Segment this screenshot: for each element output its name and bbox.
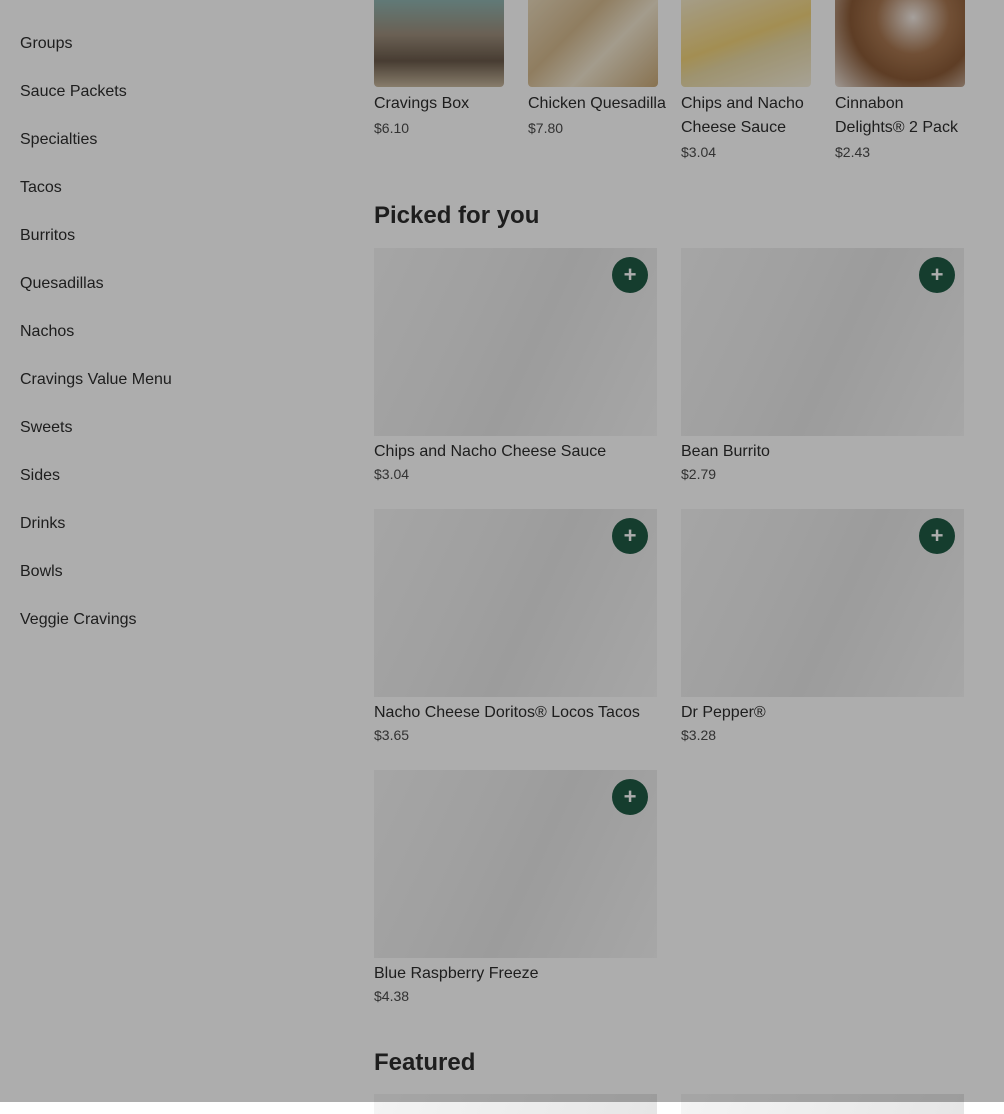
sidebar-item-specialties[interactable]: Specialties	[20, 130, 97, 150]
plus-icon: +	[623, 523, 637, 548]
plus-icon: +	[930, 523, 944, 548]
sidebar-item-sweets[interactable]: Sweets	[20, 418, 72, 438]
sidebar-item-tacos[interactable]: Tacos	[20, 178, 62, 198]
sidebar-item-drinks[interactable]: Drinks	[20, 514, 65, 534]
add-to-cart-button[interactable]: +	[919, 518, 955, 554]
product-price: $7.80	[528, 120, 564, 136]
product-price: $2.79	[681, 466, 717, 482]
product-name: Chicken Quesadilla $7.80	[528, 92, 668, 140]
sidebar-item-bowls[interactable]: Bowls	[20, 562, 63, 582]
product-name: Cinnabon Delights® 2 Pack $2.43	[835, 92, 975, 164]
sidebar-item-sauce-packets[interactable]: Sauce Packets	[20, 82, 127, 102]
product-name: Dr Pepper®	[681, 704, 766, 721]
product-price: $2.43	[835, 144, 871, 160]
product-name: Cravings Box $6.10	[374, 92, 514, 140]
section-title-picked-for-you: Picked for you	[374, 202, 540, 229]
featured-product-image[interactable]	[681, 1094, 964, 1114]
sidebar-item-sides[interactable]: Sides	[20, 466, 60, 486]
product-name: Bean Burrito	[681, 443, 770, 460]
product-price: $4.38	[374, 988, 410, 1004]
product-image[interactable]	[528, 0, 658, 87]
product-name: Nacho Cheese Doritos® Locos Tacos	[374, 704, 640, 721]
product-image[interactable]	[835, 0, 965, 87]
product-name: Chips and Nacho Cheese Sauce $3.04	[681, 92, 821, 164]
product-price: $3.65	[374, 727, 410, 743]
product-price: $3.04	[374, 466, 410, 482]
section-title-featured: Featured	[374, 1049, 476, 1076]
product-name: Blue Raspberry Freeze	[374, 965, 539, 982]
sidebar-item-veggie-cravings[interactable]: Veggie Cravings	[20, 610, 137, 630]
sidebar-item-burritos[interactable]: Burritos	[20, 226, 75, 246]
plus-icon: +	[623, 784, 637, 809]
sidebar-item-cravings-value-menu[interactable]: Cravings Value Menu	[20, 370, 172, 390]
product-image[interactable]	[681, 0, 811, 87]
product-price: $3.04	[681, 144, 717, 160]
product-price: $6.10	[374, 120, 410, 136]
sidebar-item-nachos[interactable]: Nachos	[20, 322, 74, 342]
add-to-cart-button[interactable]: +	[612, 257, 648, 293]
product-name: Chips and Nacho Cheese Sauce	[374, 443, 607, 460]
plus-icon: +	[930, 262, 944, 287]
add-to-cart-button[interactable]: +	[612, 518, 648, 554]
add-to-cart-button[interactable]: +	[612, 779, 648, 815]
add-to-cart-button[interactable]: +	[919, 257, 955, 293]
sidebar-item-groups[interactable]: Groups	[20, 34, 72, 54]
plus-icon: +	[623, 262, 637, 287]
product-price: $3.28	[681, 727, 717, 743]
sidebar-item-quesadillas[interactable]: Quesadillas	[20, 274, 104, 294]
featured-product-image[interactable]	[374, 1094, 657, 1114]
category-sidebar: Groups Sauce Packets Specialties Tacos B…	[0, 0, 340, 1102]
product-image[interactable]	[374, 0, 504, 87]
